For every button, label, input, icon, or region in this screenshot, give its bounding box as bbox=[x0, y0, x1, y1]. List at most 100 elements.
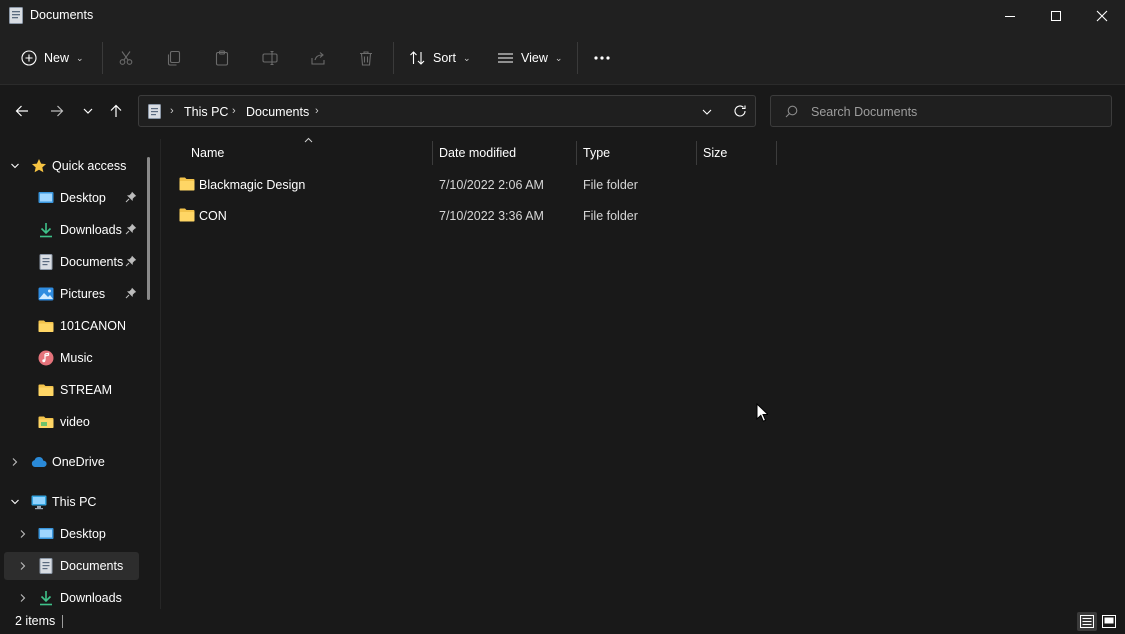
breadcrumb-chevron-icon[interactable]: › bbox=[232, 105, 236, 117]
chevron-right-icon[interactable] bbox=[17, 528, 29, 540]
column-header-size[interactable]: Size bbox=[696, 139, 776, 167]
column-divider[interactable] bbox=[776, 141, 777, 165]
sidebar-item-pc-documents[interactable]: Documents bbox=[4, 552, 139, 580]
file-name: Blackmagic Design bbox=[199, 178, 306, 192]
file-date: 7/10/2022 3:36 AM bbox=[439, 209, 544, 223]
maximize-icon bbox=[1051, 11, 1061, 21]
sidebar-item-documents[interactable]: Documents bbox=[0, 248, 150, 276]
toolbar-divider bbox=[102, 42, 103, 74]
chevron-right-icon[interactable] bbox=[17, 560, 29, 572]
chevron-right-icon[interactable] bbox=[17, 592, 29, 604]
computer-icon bbox=[31, 495, 47, 510]
sort-button[interactable]: Sort ⌄ bbox=[409, 32, 470, 84]
paste-button[interactable] bbox=[210, 46, 234, 70]
title-bar: Documents bbox=[0, 0, 1125, 32]
search-input[interactable] bbox=[809, 102, 1103, 122]
sort-label: Sort bbox=[433, 51, 456, 65]
sidebar-item-pc-desktop[interactable]: Desktop bbox=[0, 520, 150, 548]
breadcrumb-chevron-icon[interactable]: › bbox=[315, 105, 319, 117]
sidebar-label: Documents bbox=[60, 559, 124, 573]
sidebar-item-downloads[interactable]: Downloads bbox=[0, 216, 150, 244]
copy-icon bbox=[167, 50, 181, 66]
address-bar[interactable]: › This PC › Documents › bbox=[138, 95, 756, 127]
file-name: CON bbox=[199, 209, 227, 223]
address-history-chevron-icon[interactable] bbox=[701, 106, 713, 118]
column-header-type[interactable]: Type bbox=[576, 139, 696, 167]
cut-button[interactable] bbox=[114, 46, 138, 70]
chevron-right-icon[interactable] bbox=[9, 456, 21, 468]
document-icon bbox=[9, 7, 23, 24]
folder-icon bbox=[38, 384, 54, 396]
search-box[interactable] bbox=[770, 95, 1112, 127]
chevron-down-icon[interactable] bbox=[9, 160, 21, 172]
back-button[interactable] bbox=[9, 98, 35, 124]
sidebar-item-101canon[interactable]: 101CANON bbox=[0, 312, 150, 340]
details-view-button[interactable] bbox=[1077, 612, 1097, 631]
toolbar-divider bbox=[577, 42, 578, 74]
sidebar-item-pc-downloads[interactable]: Downloads bbox=[0, 584, 150, 609]
pin-icon[interactable] bbox=[125, 223, 137, 235]
table-row[interactable]: Blackmagic Design 7/10/2022 2:06 AM File… bbox=[169, 170, 769, 200]
copy-button[interactable] bbox=[162, 46, 186, 70]
sidebar-item-quick-access[interactable]: Quick access bbox=[0, 152, 150, 180]
sort-ascending-icon bbox=[304, 137, 313, 143]
thumbnails-view-button[interactable] bbox=[1099, 612, 1119, 631]
sidebar-item-video[interactable]: video bbox=[0, 408, 150, 436]
breadcrumb-chevron-icon[interactable]: › bbox=[170, 105, 174, 117]
rename-button[interactable] bbox=[258, 46, 282, 70]
sidebar-item-pictures[interactable]: Pictures bbox=[0, 280, 150, 308]
breadcrumb-this-pc[interactable]: This PC bbox=[184, 105, 228, 119]
pin-icon[interactable] bbox=[125, 287, 137, 299]
view-button[interactable]: View ⌄ bbox=[497, 32, 562, 84]
forward-button[interactable] bbox=[44, 98, 70, 124]
table-row[interactable]: CON 7/10/2022 3:36 AM File folder bbox=[169, 201, 769, 231]
delete-button[interactable] bbox=[354, 46, 378, 70]
file-date: 7/10/2022 2:06 AM bbox=[439, 178, 544, 192]
sidebar-label: Quick access bbox=[52, 159, 127, 173]
status-bar: 2 items bbox=[0, 609, 1125, 634]
sidebar-item-music[interactable]: Music bbox=[0, 344, 150, 372]
more-options-button[interactable] bbox=[590, 46, 614, 70]
column-header-name[interactable]: Name bbox=[184, 137, 432, 167]
chevron-down-icon[interactable] bbox=[9, 496, 21, 508]
view-lines-icon bbox=[498, 53, 513, 63]
close-icon bbox=[1096, 10, 1108, 22]
new-button[interactable]: New ⌄ bbox=[21, 32, 84, 84]
file-type: File folder bbox=[583, 209, 638, 223]
arrow-up-icon bbox=[110, 104, 122, 117]
folder-icon bbox=[38, 320, 54, 332]
sidebar-item-desktop[interactable]: Desktop bbox=[0, 184, 150, 212]
view-label: View bbox=[521, 51, 548, 65]
column-label: Date modified bbox=[439, 146, 517, 160]
sidebar-label: Desktop bbox=[60, 191, 106, 205]
minimize-icon bbox=[1005, 16, 1015, 17]
toolbar-divider bbox=[393, 42, 394, 74]
folder-icon bbox=[179, 177, 195, 191]
file-type: File folder bbox=[583, 178, 638, 192]
recent-locations-button[interactable] bbox=[75, 98, 101, 124]
maximize-button[interactable] bbox=[1033, 0, 1079, 32]
minimize-button[interactable] bbox=[987, 0, 1033, 32]
more-icon bbox=[594, 56, 610, 60]
column-header-date[interactable]: Date modified bbox=[432, 139, 576, 167]
sidebar-label: Desktop bbox=[60, 527, 106, 541]
chevron-down-icon: ⌄ bbox=[76, 52, 84, 63]
refresh-icon[interactable] bbox=[733, 104, 747, 118]
sidebar-item-stream[interactable]: STREAM bbox=[0, 376, 150, 404]
sidebar-scrollbar[interactable] bbox=[147, 157, 150, 300]
sidebar-item-onedrive[interactable]: OneDrive bbox=[0, 448, 150, 476]
pin-icon[interactable] bbox=[125, 191, 137, 203]
up-button[interactable] bbox=[103, 98, 129, 124]
sidebar-item-this-pc[interactable]: This PC bbox=[0, 488, 150, 516]
pictures-icon bbox=[38, 287, 54, 301]
star-icon bbox=[32, 159, 46, 173]
pin-icon[interactable] bbox=[125, 255, 137, 267]
breadcrumb-documents[interactable]: Documents bbox=[246, 105, 309, 119]
sidebar-label: Downloads bbox=[60, 591, 122, 605]
close-button[interactable] bbox=[1079, 0, 1125, 32]
sidebar-label: STREAM bbox=[60, 383, 113, 397]
share-button[interactable] bbox=[306, 46, 330, 70]
desktop-icon bbox=[38, 192, 54, 203]
desktop-icon bbox=[38, 528, 54, 539]
arrow-left-icon bbox=[15, 105, 28, 117]
